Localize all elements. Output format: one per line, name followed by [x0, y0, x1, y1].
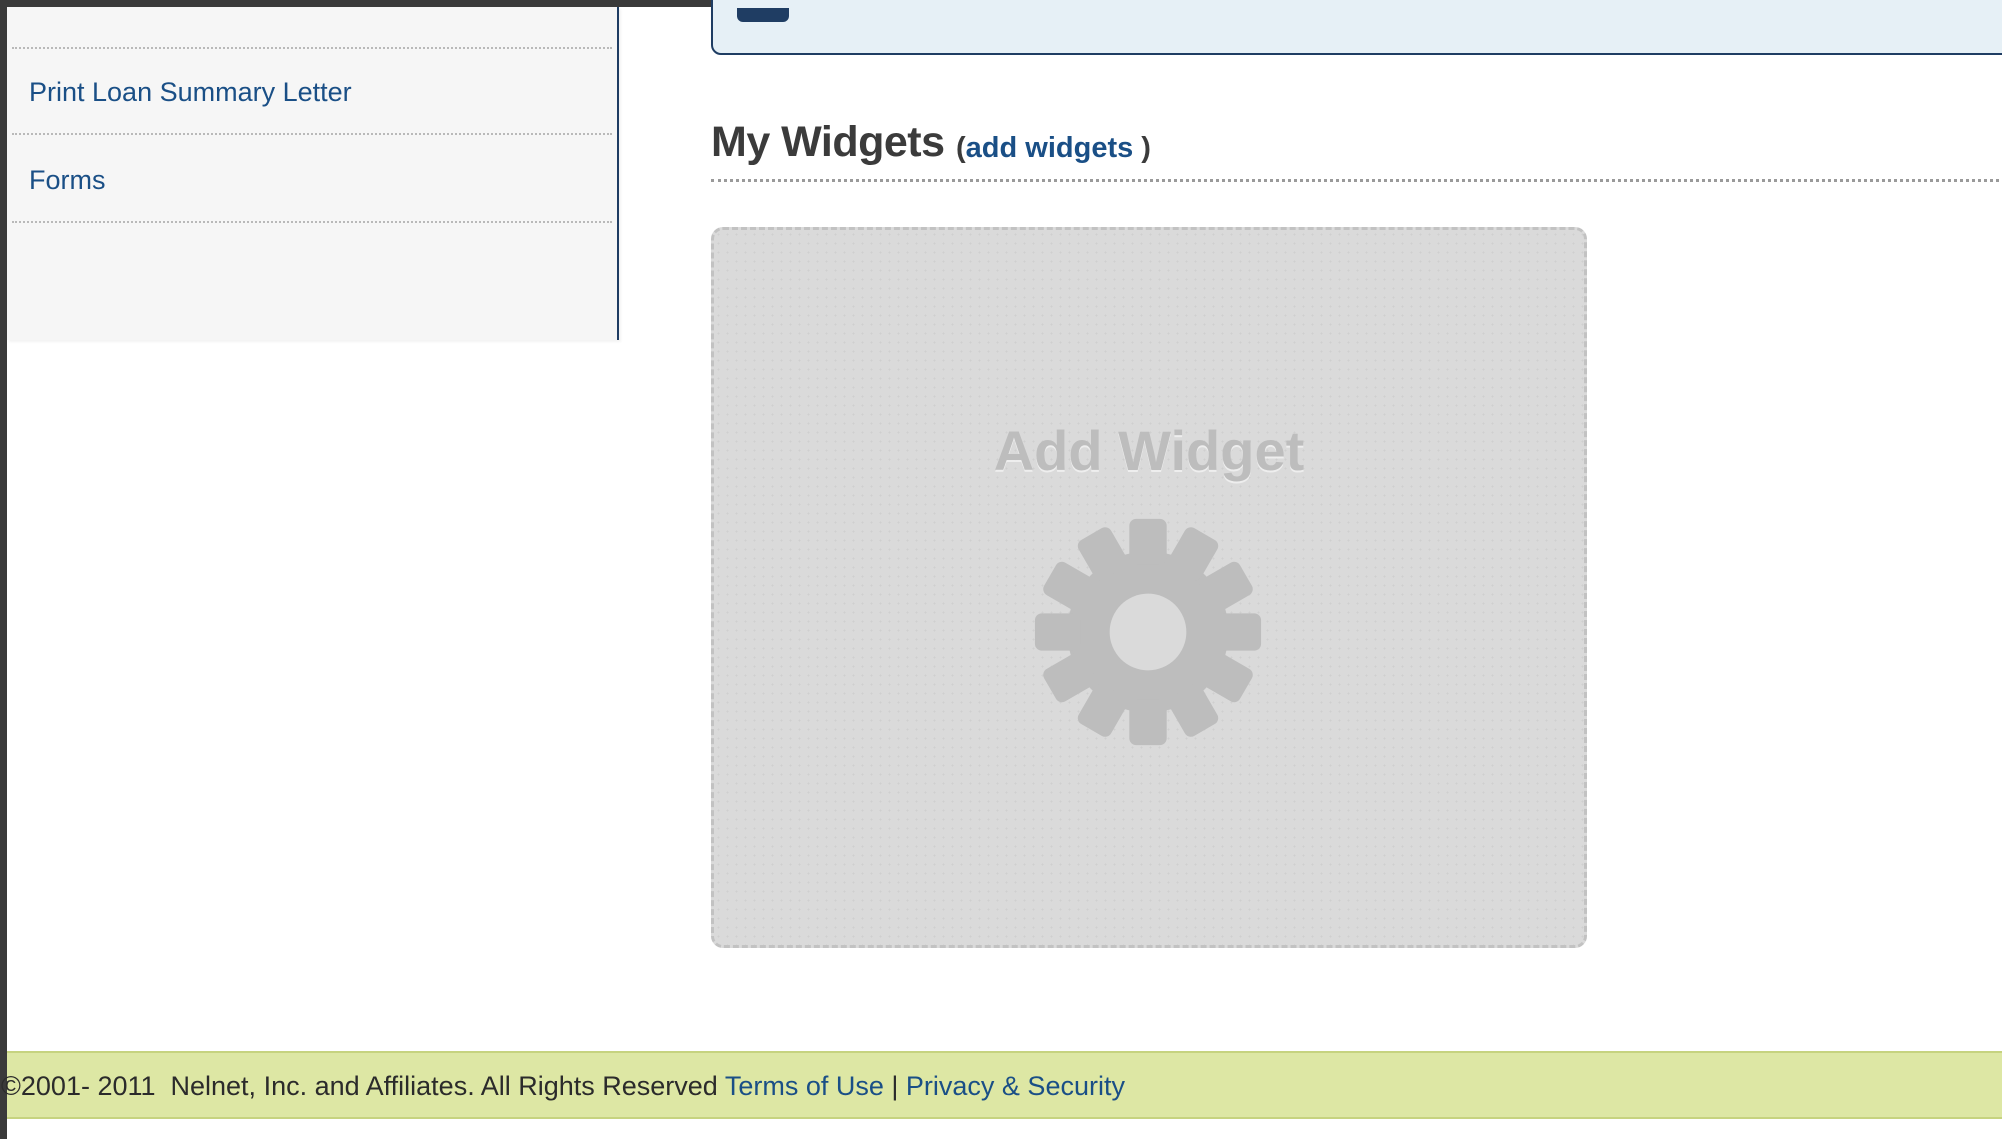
gear-icon	[1034, 518, 1262, 746]
sidebar-item-label[interactable]: Print Loan Summary Letter	[29, 77, 352, 108]
page-title: My Widgets	[711, 118, 945, 166]
add-widget-card[interactable]: Add Widget	[711, 227, 1587, 948]
add-widgets-link-group: (add widgets )	[956, 132, 1151, 165]
widgets-header: My Widgets (add widgets )	[711, 118, 2002, 182]
add-widgets-link[interactable]: add widgets	[966, 132, 1134, 164]
add-widget-label: Add Widget	[993, 419, 1305, 482]
footer: ©2001- 2011 Nelnet, Inc. and Affiliates.…	[1, 1051, 2002, 1119]
info-panel	[711, 0, 2002, 55]
sidebar-item-print-loan-summary-letter[interactable]: Print Loan Summary Letter	[12, 49, 612, 135]
sidebar-nav: Print Loan Summary Letter Forms	[7, 7, 619, 340]
footer-text: ©2001- 2011 Nelnet, Inc. and Affiliates.…	[1, 1071, 1125, 1102]
sidebar-item-forms[interactable]: Forms	[12, 137, 612, 223]
window-left-edge	[0, 0, 7, 1139]
terms-of-use-link[interactable]: Terms of Use	[725, 1071, 884, 1101]
footer-separator: |	[883, 1071, 906, 1101]
sidebar-item-label[interactable]: Forms	[29, 165, 106, 196]
paren-open: (	[956, 132, 966, 164]
paren-close: )	[1133, 132, 1151, 164]
sidebar-item-partial[interactable]	[12, 0, 612, 49]
panel-tab-handle[interactable]	[737, 8, 789, 22]
privacy-security-link[interactable]: Privacy & Security	[906, 1071, 1125, 1101]
copyright-text: ©2001- 2011 Nelnet, Inc. and Affiliates.…	[1, 1071, 725, 1101]
